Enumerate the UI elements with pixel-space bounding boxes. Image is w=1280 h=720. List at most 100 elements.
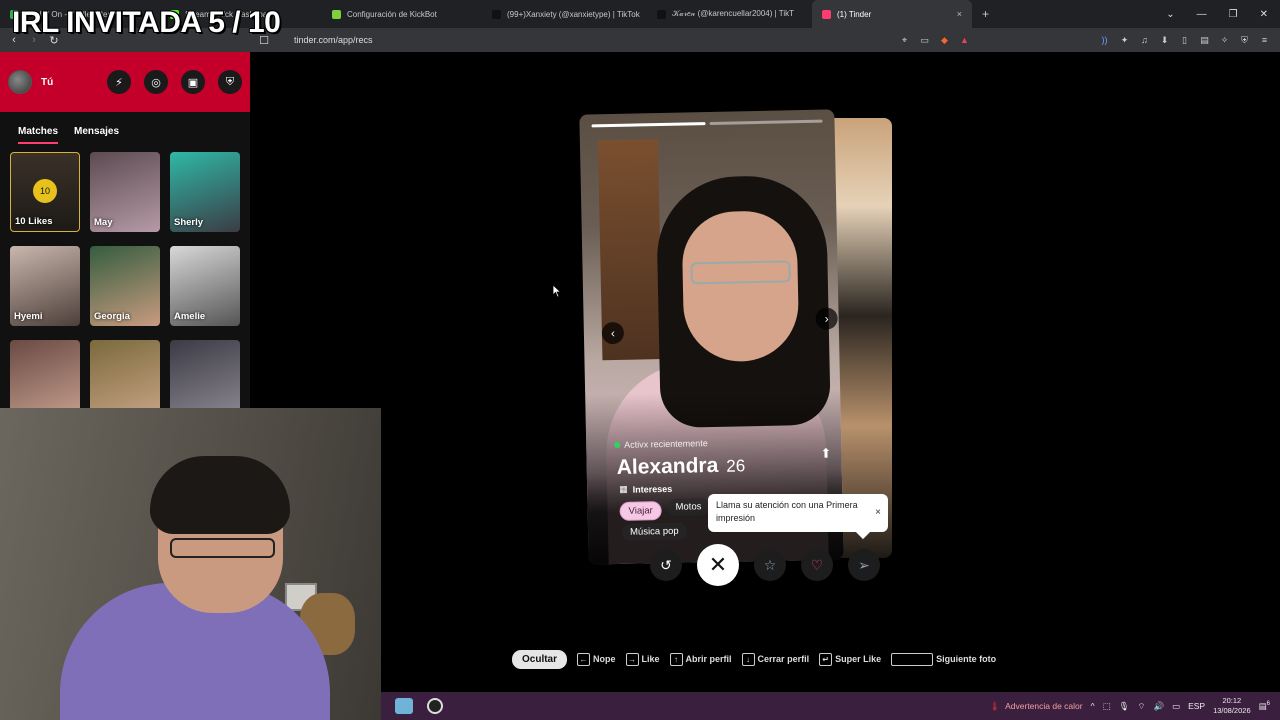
webcam-person-hair xyxy=(150,456,290,534)
open-profile-icon[interactable]: ⬆ xyxy=(820,446,831,462)
shortcut-key-icon: ← xyxy=(577,652,591,666)
extensions-icon[interactable]: ✦ xyxy=(1119,35,1130,46)
interests-icon: ▦ xyxy=(619,483,628,494)
battery-icon[interactable]: ▭ xyxy=(1172,701,1180,712)
explore-icon[interactable]: ◎ xyxy=(144,70,168,94)
next-photo-icon[interactable]: › xyxy=(815,307,838,330)
location-icon[interactable]: ⌖ xyxy=(899,35,910,46)
microphone-icon[interactable]: 🎙 xyxy=(1119,701,1130,712)
send-button[interactable]: ➢ xyxy=(848,549,880,581)
shortcut-key-icon xyxy=(891,652,934,666)
match-card[interactable]: May xyxy=(90,152,160,232)
rewind-button[interactable]: ↺ xyxy=(650,549,682,581)
tab-matches[interactable]: Matches xyxy=(18,126,59,144)
likes-count-badge: 10 xyxy=(33,179,57,203)
shortcut-item: ↵ Super Like xyxy=(819,652,882,666)
briefcase-icon[interactable]: ▣ xyxy=(181,70,205,94)
match-name: Amelie xyxy=(174,311,206,322)
tooltip-close-icon[interactable]: × xyxy=(875,506,881,519)
activity-status: Activx recientemente xyxy=(614,438,708,450)
input-language[interactable]: ESP xyxy=(1188,701,1205,711)
match-card[interactable]: Amelie xyxy=(170,246,240,326)
taskbar-obs-icon[interactable] xyxy=(427,698,443,714)
webcam-feed xyxy=(0,408,381,720)
wallet-icon[interactable]: ▤ xyxy=(1199,35,1210,46)
shortcut-item: → Like xyxy=(625,652,660,666)
sidebar-icon[interactable]: ▯ xyxy=(1179,35,1190,46)
screen: Holdin' On - Skrillex Remix - Be Stream -… xyxy=(0,0,1280,720)
tray-chevron-icon[interactable]: ^ xyxy=(1091,701,1095,711)
tab-title: (1) Tinder xyxy=(837,9,872,19)
heat-warning[interactable]: 🌡 Advertencia de calor xyxy=(989,701,1082,712)
stream-overlay-title: IRL INVITADA 5 / 10 xyxy=(12,6,281,39)
maximize-icon[interactable]: ❐ xyxy=(1229,9,1238,20)
match-card[interactable]: Sherly xyxy=(170,152,240,232)
tab-search-icon[interactable]: ⌄ xyxy=(1166,9,1174,20)
shortcut-key-icon: ↑ xyxy=(669,652,683,666)
browser-tab[interactable]: (99+)Xanxiety (@xanxietype) | TikTok xyxy=(482,0,647,28)
browser-tab[interactable]: Configuración de KickBot xyxy=(322,0,482,28)
sidebar-header-icons: ⚡ ◎ ▣ ⛨ xyxy=(107,70,242,94)
minimize-icon[interactable]: — xyxy=(1197,9,1207,20)
tab-title: 𝒦𝒶𝓇𝑒𝓃 (@karencuellar2004) | TikT xyxy=(672,9,795,18)
interests-label: Intereses xyxy=(632,483,673,495)
action-buttons: ↺ ✕ ☆ ♡ ➢ xyxy=(650,544,880,586)
avatar[interactable] xyxy=(8,70,32,94)
browser-tab[interactable]: (1) Tinder × xyxy=(812,0,972,28)
cast-icon[interactable]: ▭ xyxy=(919,35,930,46)
tray-app-icon[interactable]: ⬚ xyxy=(1103,701,1111,712)
activity-status-text: Activx recientemente xyxy=(624,438,708,450)
interests-heading: ▦ Intereses xyxy=(619,483,672,495)
sidebar-header: Tú ⚡ ◎ ▣ ⛨ xyxy=(0,52,250,112)
wifi-icon[interactable]: ⌔ xyxy=(1137,701,1145,712)
close-window-icon[interactable]: ✕ xyxy=(1260,9,1268,20)
photo-progress-bar xyxy=(708,119,823,126)
audio-icon[interactable]: )) xyxy=(1099,35,1110,46)
leo-icon[interactable]: ✧ xyxy=(1219,35,1230,46)
menu-icon[interactable]: ≡ xyxy=(1259,35,1270,46)
downloads-icon[interactable]: ⬇ xyxy=(1159,35,1170,46)
nope-button[interactable]: ✕ xyxy=(697,544,739,586)
tooltip-text: Llama su atención con una Primera impres… xyxy=(716,500,858,523)
match-card[interactable]: Hyemi xyxy=(10,246,80,326)
notifications-icon[interactable]: ▤6 xyxy=(1259,701,1270,712)
brave-shield-icon[interactable]: ◆ xyxy=(939,35,950,46)
user-name[interactable]: Tú xyxy=(41,77,53,88)
shortcut-key-icon: → xyxy=(625,652,639,666)
clock[interactable]: 20:12 13/08/2026 xyxy=(1213,696,1251,716)
shield-icon[interactable]: ⛨ xyxy=(218,70,242,94)
vpn-icon[interactable]: ⛨ xyxy=(1239,35,1250,46)
match-name: Hyemi xyxy=(14,311,43,322)
match-name: Georgia xyxy=(94,311,130,322)
like-button[interactable]: ♡ xyxy=(801,549,833,581)
new-tab-button[interactable]: + xyxy=(972,0,999,28)
music-icon[interactable]: ♫ xyxy=(1139,35,1150,46)
url-field[interactable]: tinder.com/app/recs xyxy=(294,35,373,45)
volume-icon[interactable]: 🔊 xyxy=(1153,701,1164,712)
tab-mensajes[interactable]: Mensajes xyxy=(74,126,119,144)
hide-shortcuts-button[interactable]: Ocultar xyxy=(512,649,568,669)
likes-label: 10 Likes xyxy=(15,216,53,227)
tab-title: Configuración de KickBot xyxy=(347,9,437,19)
match-card[interactable] xyxy=(10,340,80,408)
tab-favicon-icon xyxy=(657,9,666,19)
profile-name: Alexandra xyxy=(616,453,719,480)
photo-glasses xyxy=(690,260,791,285)
match-card[interactable] xyxy=(170,340,240,408)
match-card[interactable] xyxy=(90,340,160,408)
matches-grid: 10 10 Likes May Sherly Hyemi Georgia Amelie xyxy=(10,152,240,408)
likes-card[interactable]: 10 10 Likes xyxy=(10,152,80,232)
taskbar-files-icon[interactable] xyxy=(395,698,413,714)
tab-close-icon[interactable]: × xyxy=(957,9,962,19)
rewards-icon[interactable]: ▲ xyxy=(959,35,970,46)
photo-progress-bar xyxy=(591,122,706,128)
shortcut-item: ← Nope xyxy=(577,652,616,666)
browser-tab[interactable]: 𝒦𝒶𝓇𝑒𝓃 (@karencuellar2004) | TikT xyxy=(647,0,812,28)
shortcut-label: Cerrar perfil xyxy=(757,654,810,664)
shortcut-label: Super Like xyxy=(835,654,882,664)
super-like-button[interactable]: ☆ xyxy=(754,549,786,581)
thermometer-icon: 🌡 xyxy=(989,700,1001,711)
match-card[interactable]: Georgia xyxy=(90,246,160,326)
match-name: May xyxy=(94,217,113,228)
boost-icon[interactable]: ⚡ xyxy=(107,70,131,94)
